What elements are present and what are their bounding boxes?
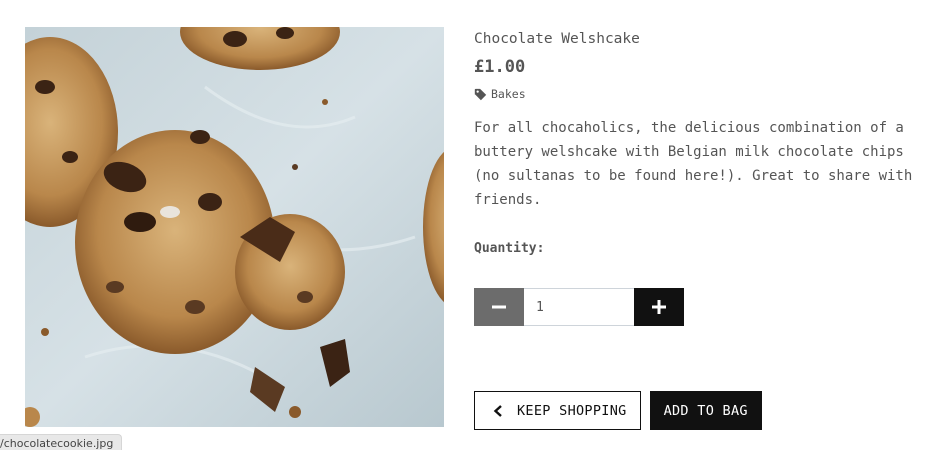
quantity-stepper xyxy=(474,288,684,326)
keep-shopping-label: KEEP SHOPPING xyxy=(517,402,627,419)
product-details: Chocolate Welshcake £1.00 Bakes For all … xyxy=(474,30,914,430)
keep-shopping-button[interactable]: KEEP SHOPPING xyxy=(474,391,641,430)
quantity-input[interactable] xyxy=(524,288,634,326)
add-to-bag-label: ADD TO BAG xyxy=(663,402,748,419)
category-label: Bakes xyxy=(491,87,526,101)
product-category[interactable]: Bakes xyxy=(474,86,914,102)
product-description: For all chocaholics, the delicious combi… xyxy=(474,120,913,208)
product-price: £1.00 xyxy=(474,57,526,77)
browser-status-bar: /chocolatecookie.jpg xyxy=(0,434,123,450)
minus-icon xyxy=(492,305,506,309)
add-to-bag-button[interactable]: ADD TO BAG xyxy=(649,391,762,430)
cookie-photo xyxy=(25,27,444,427)
chevron-left-icon xyxy=(493,404,502,417)
product-image[interactable] xyxy=(25,27,444,427)
decrement-quantity-button[interactable] xyxy=(474,288,524,326)
quantity-label: Quantity: xyxy=(474,241,545,256)
product-title: Chocolate Welshcake xyxy=(474,31,640,47)
status-url: /chocolatecookie.jpg xyxy=(0,437,114,450)
product-actions: KEEP SHOPPING ADD TO BAG xyxy=(474,391,762,430)
tag-icon xyxy=(474,88,487,100)
plus-icon xyxy=(652,300,666,314)
increment-quantity-button[interactable] xyxy=(634,288,684,326)
